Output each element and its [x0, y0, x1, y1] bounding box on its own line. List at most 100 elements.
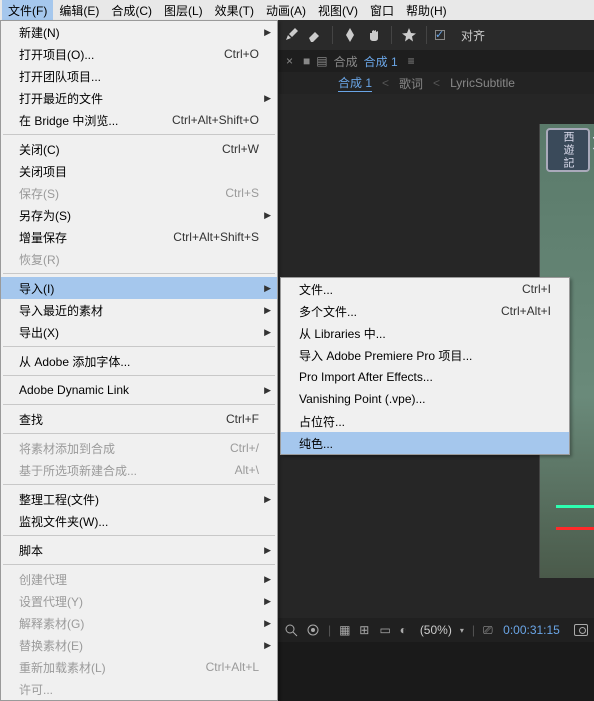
grid-icon[interactable]: ▦ [339, 623, 351, 637]
zoom-level[interactable]: (50%) [420, 623, 452, 637]
menu-item-label: 在 Bridge 中浏览... [19, 112, 164, 129]
comp-name[interactable]: 合成 1 [364, 53, 398, 70]
menu-item[interactable]: 导入(I) ▶ [1, 277, 277, 299]
menu-item[interactable]: 导出(X)▶ [1, 321, 277, 343]
menu-item[interactable]: 导入 Adobe Premiere Pro 项目... [281, 344, 569, 366]
menu-item[interactable]: Vanishing Point (.vpe)... [281, 388, 569, 410]
breadcrumb-item[interactable]: LyricSubtitle [450, 76, 515, 90]
channel-icon[interactable]: ▭ [379, 623, 391, 637]
close-panel-icon[interactable]: × [282, 54, 297, 68]
menu-separator [3, 375, 275, 376]
menu-item: 将素材添加到合成Ctrl+/ [1, 437, 277, 459]
menubar-window[interactable]: 窗口 [364, 0, 400, 21]
menu-item-label: 整理工程(文件) [19, 491, 259, 508]
submenu-arrow-icon: ▶ [264, 385, 271, 396]
menu-item[interactable]: 增量保存Ctrl+Alt+Shift+S [1, 226, 277, 248]
menu-item-label: 增量保存 [19, 229, 165, 246]
menu-item[interactable]: 查找Ctrl+F [1, 408, 277, 430]
menu-item[interactable]: Adobe Dynamic Link ▶ [1, 379, 277, 401]
menu-item[interactable]: 监视文件夹(W)... [1, 510, 277, 532]
menu-item: 解释素材(G)▶ [1, 612, 277, 634]
menubar-view[interactable]: 视图(V) [312, 0, 364, 21]
menu-item-label: 新建(N) [19, 24, 259, 41]
hand-icon[interactable] [365, 26, 383, 44]
separator [426, 26, 427, 44]
breadcrumb-item[interactable]: 合成 1 [338, 74, 372, 92]
menu-item[interactable]: 关闭项目 [1, 160, 277, 182]
menu-item-label: 导入(I) [19, 280, 259, 297]
resolution-icon[interactable]: ⎚ [483, 623, 495, 637]
menu-item-label: Adobe Dynamic Link [19, 383, 259, 397]
preview-marker-cyan [556, 505, 594, 508]
menubar-composition[interactable]: 合成(C) [105, 0, 158, 21]
menu-item[interactable]: 打开项目(O)...Ctrl+O [1, 43, 277, 65]
menu-item-label: 打开最近的文件 [19, 90, 259, 107]
menu-shortcut: Ctrl+I [514, 282, 551, 296]
pen-icon[interactable] [341, 26, 359, 44]
menu-item[interactable]: 纯色... [281, 432, 569, 454]
menu-shortcut: Ctrl+Alt+Shift+S [165, 230, 259, 244]
separator [391, 26, 392, 44]
menu-item-label: 设置代理(Y) [19, 593, 259, 610]
separator: | [328, 623, 331, 637]
layer-icon: ▤ [316, 54, 327, 68]
menu-item[interactable]: Pro Import After Effects... [281, 366, 569, 388]
menubar-effect[interactable]: 效果(T) [209, 0, 260, 21]
menu-item[interactable]: 从 Libraries 中... [281, 322, 569, 344]
toolbar: 对齐 [278, 20, 594, 50]
menu-item[interactable]: 导入最近的素材 ▶ [1, 299, 277, 321]
menu-item[interactable]: 打开最近的文件▶ [1, 87, 277, 109]
menu-item[interactable]: 关闭(C)Ctrl+W [1, 138, 277, 160]
menu-separator [3, 404, 275, 405]
breadcrumb-item[interactable]: 歌词 [399, 75, 423, 92]
brush-icon[interactable] [282, 26, 300, 44]
eraser-icon[interactable] [306, 26, 324, 44]
preview-logo: 西遊記 [546, 128, 590, 172]
exposure-icon[interactable]: ◐ [400, 623, 412, 637]
menu-item[interactable]: 多个文件...Ctrl+Alt+I [281, 300, 569, 322]
chevron-left-icon: < [433, 76, 440, 90]
timecode[interactable]: 0:00:31:15 [503, 623, 560, 637]
menu-item-label: 将素材添加到合成 [19, 440, 222, 457]
guide-icon[interactable]: ⊞ [359, 623, 371, 637]
menu-item-label: 导入最近的素材 [19, 302, 259, 319]
menu-item[interactable]: 占位符... [281, 410, 569, 432]
menu-item-label: 查找 [19, 411, 218, 428]
camera-icon[interactable] [574, 624, 588, 636]
star-icon[interactable] [400, 26, 418, 44]
menubar-layer[interactable]: 图层(L) [158, 0, 209, 21]
menu-shortcut: Ctrl+S [217, 186, 259, 200]
magnify-icon[interactable] [284, 623, 298, 637]
menubar-file[interactable]: 文件(F) [2, 0, 53, 21]
menu-shortcut: Ctrl+Alt+Shift+O [164, 113, 259, 127]
menu-item-label: 恢复(R) [19, 251, 259, 268]
menu-item[interactable]: 新建(N)▶ [1, 21, 277, 43]
menu-item[interactable]: 在 Bridge 中浏览...Ctrl+Alt+Shift+O [1, 109, 277, 131]
menu-item: 保存(S)Ctrl+S [1, 182, 277, 204]
menu-item-label: 从 Adobe 添加字体... [19, 353, 259, 370]
menu-shortcut: Ctrl+W [214, 142, 259, 156]
menubar: 文件(F) 编辑(E) 合成(C) 图层(L) 效果(T) 动画(A) 视图(V… [0, 0, 594, 20]
menu-item-label: 替换素材(E) [19, 637, 259, 654]
menubar-help[interactable]: 帮助(H) [400, 0, 453, 21]
snap-checkbox[interactable] [435, 30, 445, 40]
chevron-left-icon: < [382, 76, 389, 90]
menu-item-label: 多个文件... [299, 303, 493, 320]
menu-item[interactable]: 从 Adobe 添加字体... [1, 350, 277, 372]
menu-shortcut: Alt+\ [227, 463, 259, 477]
menu-item[interactable]: 脚本▶ [1, 539, 277, 561]
submenu-arrow-icon: ▶ [264, 283, 271, 294]
menubar-edit[interactable]: 编辑(E) [53, 0, 105, 21]
menu-item[interactable]: 另存为(S)▶ [1, 204, 277, 226]
chevron-down-icon[interactable]: ▾ [460, 626, 464, 635]
panel-menu-icon[interactable]: ≡ [404, 54, 415, 68]
submenu-arrow-icon: ▶ [264, 305, 271, 316]
menubar-animation[interactable]: 动画(A) [260, 0, 312, 21]
menu-item[interactable]: 整理工程(文件)▶ [1, 488, 277, 510]
mask-icon[interactable] [306, 623, 320, 637]
menu-item[interactable]: 文件...Ctrl+I [281, 278, 569, 300]
submenu-arrow-icon: ▶ [264, 327, 271, 338]
composition-icon: ■ [303, 54, 310, 68]
menu-item[interactable]: 打开团队项目... [1, 65, 277, 87]
menu-shortcut: Ctrl+/ [222, 441, 259, 455]
